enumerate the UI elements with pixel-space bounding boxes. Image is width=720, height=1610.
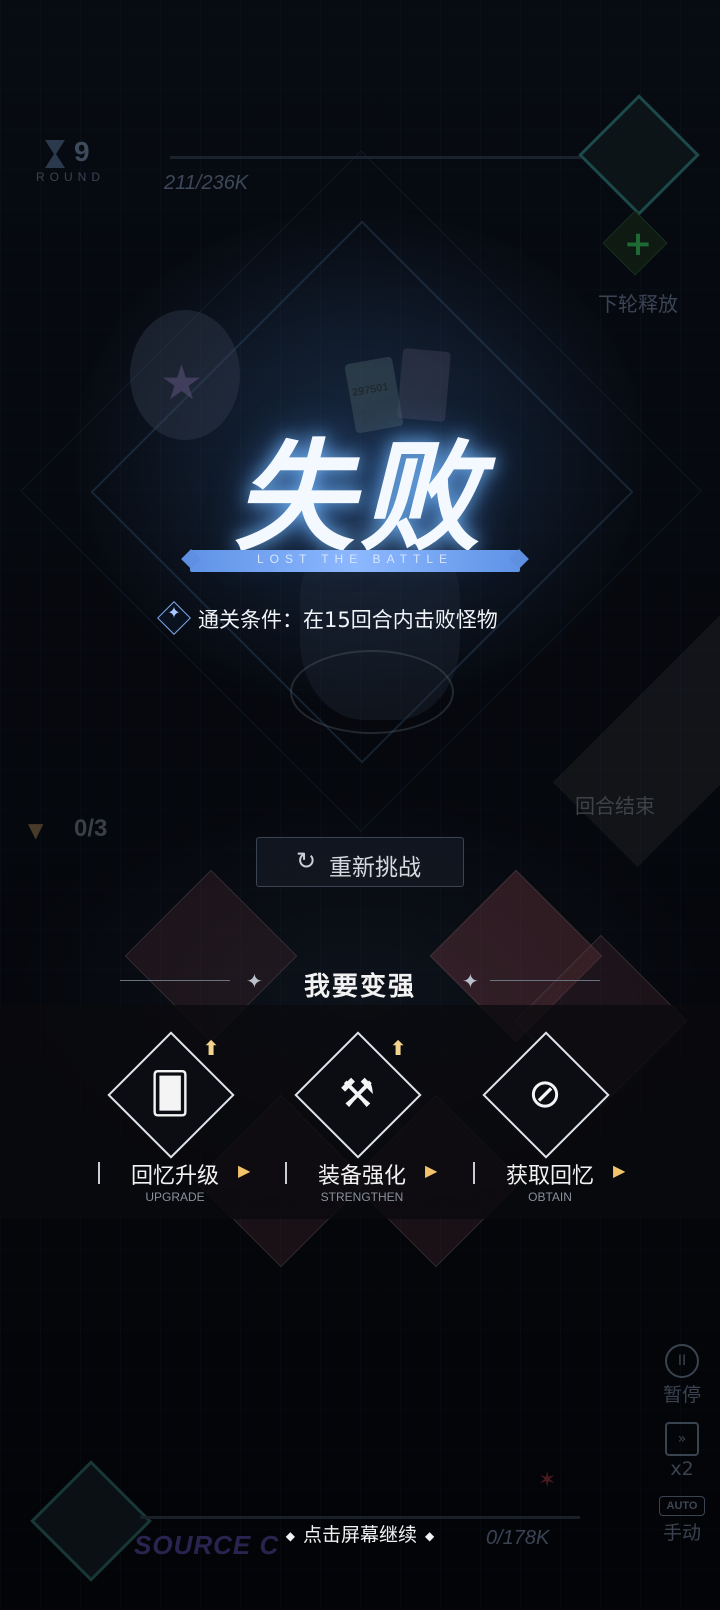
result-subtitle: LOST THE BATTLE	[256, 552, 454, 566]
anvil-icon: ⚒	[339, 1071, 375, 1117]
pause-label: 暂停	[662, 1384, 701, 1406]
chevron-right-icon: ▶	[613, 1161, 626, 1180]
obtain-option[interactable]: ⊘ 获取回忆 ▶ OBTAIN	[465, 1030, 635, 1230]
next-release-label: 下轮释放	[598, 292, 678, 316]
strengthen-sublabel: STRENGTHEN	[320, 1190, 404, 1204]
refresh-icon: ↻	[295, 847, 317, 875]
side-counter: 0/3	[74, 815, 108, 842]
damage-mark-icon: ✶	[538, 1468, 557, 1493]
speed-button[interactable]: » x2	[652, 1422, 712, 1480]
obtain-label: 获取回忆	[505, 1164, 594, 1189]
tap-to-continue-label: 点击屏幕继续	[302, 1524, 417, 1546]
tap-to-continue[interactable]: ◆ 点击屏幕继续 ◆	[0, 1520, 720, 1547]
chevron-right-icon: ▶	[425, 1161, 438, 1180]
hourglass-icon	[45, 140, 65, 168]
player-hp-bar	[140, 1516, 580, 1519]
clear-condition: ✦ 通关条件：在15回合内击败怪物	[157, 601, 580, 636]
strengthen-option[interactable]: ⚒ ⬆ 装备强化 ▶ STRENGTHEN	[277, 1030, 447, 1230]
retry-label: 重新挑战	[329, 855, 421, 881]
round-indicator: 9 ROUND	[36, 130, 116, 190]
diamond-bullet-icon: ◆	[285, 1528, 295, 1543]
enemy-hp-text: 211/236K	[164, 172, 249, 194]
gacha-emblem-icon: ⊘	[528, 1071, 562, 1117]
fast-forward-icon: »	[665, 1422, 699, 1456]
get-stronger-title: 我要变强	[303, 972, 416, 1002]
chevron-right-icon: ▶	[238, 1161, 251, 1180]
crystal-icon: ▼	[28, 818, 44, 842]
strengthen-label: 装备强化	[317, 1164, 406, 1189]
speed-label: x2	[670, 1458, 694, 1480]
enemy-hp-bar	[170, 156, 590, 159]
memory-card-icon: 🂠	[149, 1071, 191, 1117]
result-title-wrap: 失败	[0, 400, 720, 574]
pause-icon: II	[665, 1344, 699, 1378]
plus-icon: +	[623, 224, 653, 264]
upgrade-option[interactable]: 🂠 ⬆ 回忆升级 ▶ UPGRADE	[90, 1030, 260, 1230]
sparkle-icon: ✦	[167, 603, 181, 622]
end-turn-label: 回合结束	[575, 794, 655, 818]
upgrade-sublabel: UPGRADE	[145, 1190, 205, 1204]
round-number: 9	[74, 136, 90, 167]
up-arrow-icon: ⬆	[202, 1036, 220, 1060]
diamond-bullet-icon: ◆	[425, 1528, 435, 1543]
up-arrow-icon: ⬆	[389, 1036, 407, 1060]
pause-button[interactable]: II 暂停	[652, 1344, 712, 1407]
clear-condition-text: 通关条件：在15回合内击败怪物	[198, 608, 498, 632]
round-label: ROUND	[36, 170, 105, 184]
retry-button[interactable]: ↻ 重新挑战	[256, 837, 464, 887]
background-cable-art	[290, 650, 454, 734]
auto-badge: AUTO	[659, 1496, 705, 1516]
result-title: 失败	[234, 429, 486, 568]
obtain-sublabel: OBTAIN	[528, 1190, 572, 1204]
upgrade-label: 回忆升级	[130, 1164, 219, 1189]
